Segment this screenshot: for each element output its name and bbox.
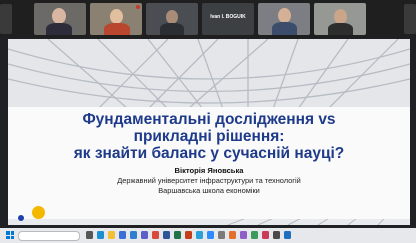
affiliation-line-2: Варшавська школа економіки (158, 185, 260, 195)
decorative-yellow-circle (32, 206, 45, 219)
participant-avatar (334, 9, 347, 24)
chrome-icon[interactable] (152, 231, 159, 239)
store-icon[interactable] (119, 231, 126, 239)
app-icon[interactable] (218, 231, 225, 239)
app-icon[interactable] (284, 231, 291, 239)
participant-avatar (166, 10, 178, 24)
participant-body (46, 23, 72, 35)
app-icon[interactable] (262, 231, 269, 239)
shared-presentation-slide: Фундаментальні дослідження vs прикладні … (8, 39, 410, 225)
powerpoint-icon[interactable] (185, 231, 192, 239)
mail-icon[interactable] (130, 231, 137, 239)
teams-icon[interactable] (141, 231, 148, 239)
mic-muted-icon (136, 5, 140, 9)
slide-title-line-1: Фундаментальні дослідження vs (82, 111, 336, 128)
participant-body (160, 23, 184, 35)
slide-author: Вікторія Яновська (174, 166, 244, 175)
slide-title: Фундаментальні дослідження vs прикладні … (8, 111, 410, 162)
participant-body (272, 22, 297, 35)
word-icon[interactable] (163, 231, 170, 239)
participant-tile-3[interactable] (146, 3, 198, 35)
app-icon[interactable] (240, 231, 247, 239)
participant-tile-2[interactable] (90, 3, 142, 35)
windows-start-icon[interactable] (6, 231, 14, 239)
decorative-blue-circle (18, 215, 24, 221)
file-explorer-icon[interactable] (108, 231, 115, 239)
slide-affiliation: Державний університет інфраструктури та … (8, 176, 410, 195)
participant-avatar (52, 8, 66, 24)
slide-title-line-3: як знайти баланс у сучасній науці? (73, 145, 345, 162)
edge-browser-icon[interactable] (97, 231, 104, 239)
participant-strip: Іvan I. BOGUIK (0, 0, 416, 38)
participant-avatar (110, 9, 123, 24)
participant-body (328, 23, 353, 35)
strip-scroll-left-button[interactable] (0, 4, 12, 34)
participant-tile-4[interactable]: Іvan I. BOGUIK (202, 3, 254, 35)
app-icon[interactable] (251, 231, 258, 239)
participant-tile-6[interactable] (314, 3, 366, 35)
affiliation-line-1: Державний університет інфраструктури та … (117, 176, 301, 185)
excel-icon[interactable] (174, 231, 181, 239)
app-icon[interactable] (229, 231, 236, 239)
windows-taskbar (0, 228, 416, 243)
participant-name-label: Іvan I. BOGUIK (210, 14, 246, 20)
participant-avatar (278, 8, 291, 23)
zoom-icon[interactable] (207, 231, 214, 239)
task-view-icon[interactable] (86, 231, 93, 239)
participant-body (104, 23, 130, 35)
slide-title-line-2: прикладні рішення: (133, 128, 285, 145)
strip-scroll-right-button[interactable] (404, 4, 416, 34)
telegram-icon[interactable] (196, 231, 203, 239)
participant-tile-1[interactable] (34, 3, 86, 35)
participant-tile-5[interactable] (258, 3, 310, 35)
taskbar-search-box[interactable] (18, 231, 80, 241)
app-icon[interactable] (273, 231, 280, 239)
